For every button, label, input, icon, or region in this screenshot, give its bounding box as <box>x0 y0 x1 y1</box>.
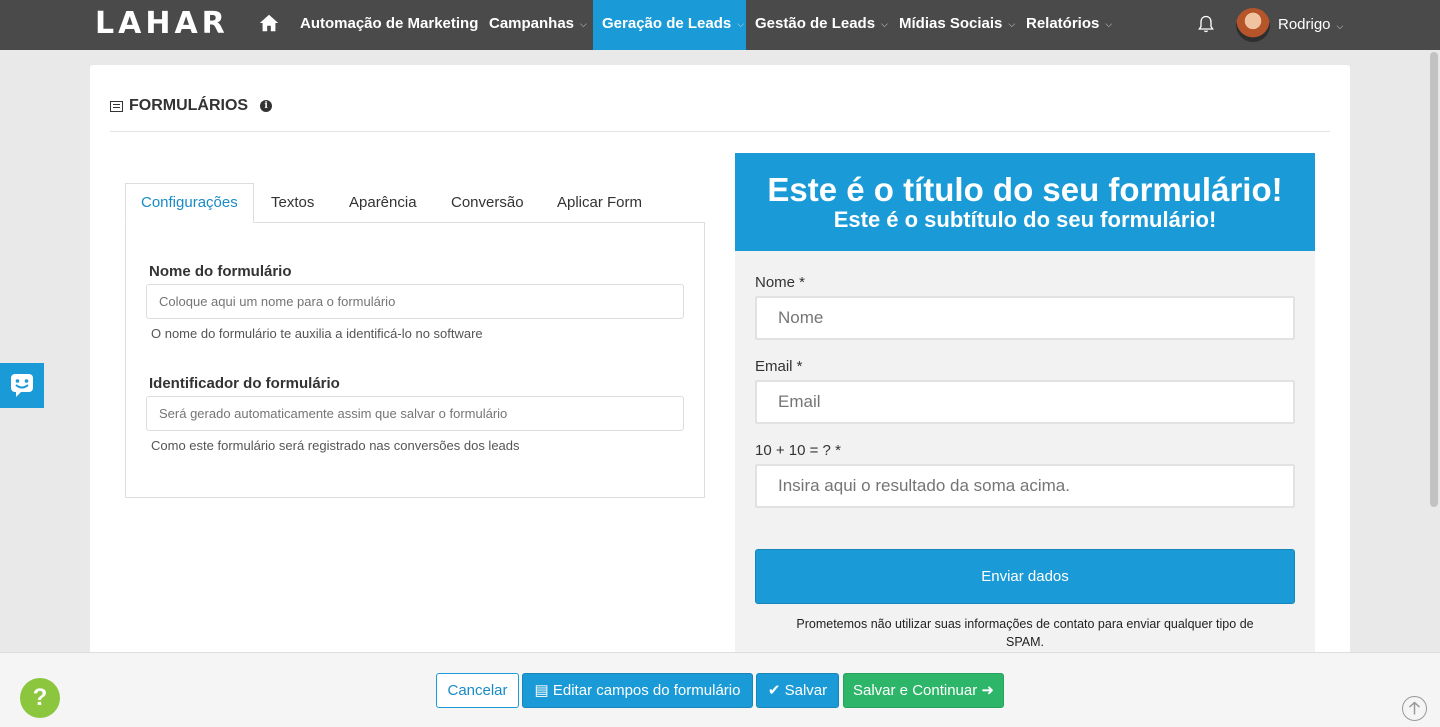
chevron-down-icon: ⌵ <box>1105 19 1113 30</box>
chevron-down-icon: ⌵ <box>580 19 587 30</box>
tab-aparencia[interactable]: Aparência <box>334 183 432 223</box>
scroll-to-top-icon[interactable] <box>1402 696 1427 721</box>
save-button-label: Salvar <box>784 682 828 699</box>
chat-widget[interactable] <box>0 363 44 408</box>
nav-item-midias-sociais[interactable]: Mídias Sociais ⌵ <box>899 0 1015 50</box>
bell-icon[interactable] <box>1196 13 1216 35</box>
tab-panel-configuracoes: Nome do formulário O nome do formulário … <box>125 222 705 498</box>
chevron-down-icon: ⌵ <box>1008 19 1016 30</box>
chevron-down-icon: ⌵ <box>881 19 888 30</box>
preview-field-label: Email * <box>755 358 803 375</box>
tab-textos[interactable]: Textos <box>256 183 329 223</box>
home-icon[interactable] <box>258 12 280 34</box>
list-icon: ▤ <box>534 682 549 699</box>
nav-item-label: Mídias Sociais <box>899 15 1003 32</box>
nav-item-campanhas[interactable]: Campanhas ⌵ <box>489 0 587 50</box>
main-card: FORMULÁRIOS i Configurações Textos Aparê… <box>90 65 1350 665</box>
save-continue-label: Salvar e Continuar <box>853 682 978 699</box>
nav-item-label: Campanhas <box>489 15 575 32</box>
form-preview: Este é o título do seu formulário! Este … <box>735 153 1315 665</box>
nav-item-label: Relatórios <box>1026 15 1100 32</box>
tab-conversao[interactable]: Conversão <box>436 183 539 223</box>
page-title: FORMULÁRIOS i <box>110 97 273 115</box>
preview-email-input[interactable] <box>755 380 1295 424</box>
form-name-label: Nome do formulário <box>149 263 292 280</box>
question-icon: ? <box>32 684 48 711</box>
arrow-right-icon: ➜ <box>981 682 994 699</box>
info-icon[interactable]: i <box>260 100 273 112</box>
preview-subtitle: Este é o subtítulo do seu formulário! <box>833 207 1217 232</box>
save-and-continue-button[interactable]: Salvar e Continuar ➜ <box>843 673 1004 708</box>
form-name-input[interactable] <box>146 284 684 319</box>
divider <box>110 131 1330 132</box>
lahar-logo[interactable]: LAHAR <box>95 8 229 40</box>
preview-captcha-input[interactable] <box>755 464 1295 508</box>
nav-item-relatorios[interactable]: Relatórios ⌵ <box>1026 0 1112 50</box>
chat-smile-icon <box>11 374 33 397</box>
list-icon <box>110 100 123 112</box>
form-name-help: O nome do formulário te auxilia a identi… <box>151 326 483 341</box>
nav-item-label: Geração de Leads <box>602 15 732 32</box>
check-icon: ✔ <box>767 682 781 699</box>
edit-fields-button[interactable]: ▤ Editar campos do formulário <box>522 673 753 708</box>
tab-bar: Configurações Textos Aparência Conversão… <box>125 183 705 223</box>
tab-aplicar-form[interactable]: Aplicar Form <box>542 183 657 223</box>
preview-field-label: 10 + 10 = ? * <box>755 442 841 459</box>
preview-header: Este é o título do seu formulário! Este … <box>735 153 1315 251</box>
nav-item-label: Automação de Marketing <box>300 15 479 32</box>
form-id-label: Identificador do formulário <box>149 375 340 392</box>
preview-name-input[interactable] <box>755 296 1295 340</box>
user-menu[interactable]: Rodrigo ⌵ <box>1278 0 1343 50</box>
scrollbar[interactable] <box>1430 52 1438 507</box>
form-id-input[interactable] <box>146 396 684 431</box>
cancel-button-label: Cancelar <box>447 682 508 699</box>
preview-title: Este é o título do seu formulário! <box>767 171 1283 208</box>
tab-configuracoes[interactable]: Configurações <box>125 183 254 223</box>
preview-spam-note: Prometemos não utilizar suas informações… <box>796 617 1254 649</box>
help-widget[interactable]: ? <box>20 678 60 718</box>
user-name-label: Rodrigo <box>1278 16 1331 33</box>
page-title-text: FORMULÁRIOS <box>129 97 249 114</box>
chevron-down-icon: ⌵ <box>1336 21 1344 31</box>
nav-item-geracao-de-leads[interactable]: Geração de Leads ⌵ <box>593 0 746 50</box>
action-bar: Cancelar ▤ Editar campos do formulário ✔… <box>0 652 1440 727</box>
edit-fields-label: Editar campos do formulário <box>552 682 741 699</box>
avatar[interactable] <box>1236 8 1270 42</box>
form-id-help: Como este formulário será registrado nas… <box>151 438 520 453</box>
nav-item-automacao[interactable]: Automação de Marketing <box>300 0 478 50</box>
preview-field-label: Nome * <box>755 274 806 291</box>
chevron-down-icon: ⌵ <box>737 19 745 30</box>
cancel-button[interactable]: Cancelar <box>436 673 519 708</box>
preview-submit-button[interactable]: Enviar dados <box>755 549 1295 604</box>
top-navbar: LAHAR Automação de Marketing Campanhas ⌵ … <box>0 0 1440 50</box>
nav-item-gestao-de-leads[interactable]: Gestão de Leads ⌵ <box>755 0 888 50</box>
nav-item-label: Gestão de Leads <box>755 15 876 32</box>
save-button[interactable]: ✔ Salvar <box>756 673 839 708</box>
